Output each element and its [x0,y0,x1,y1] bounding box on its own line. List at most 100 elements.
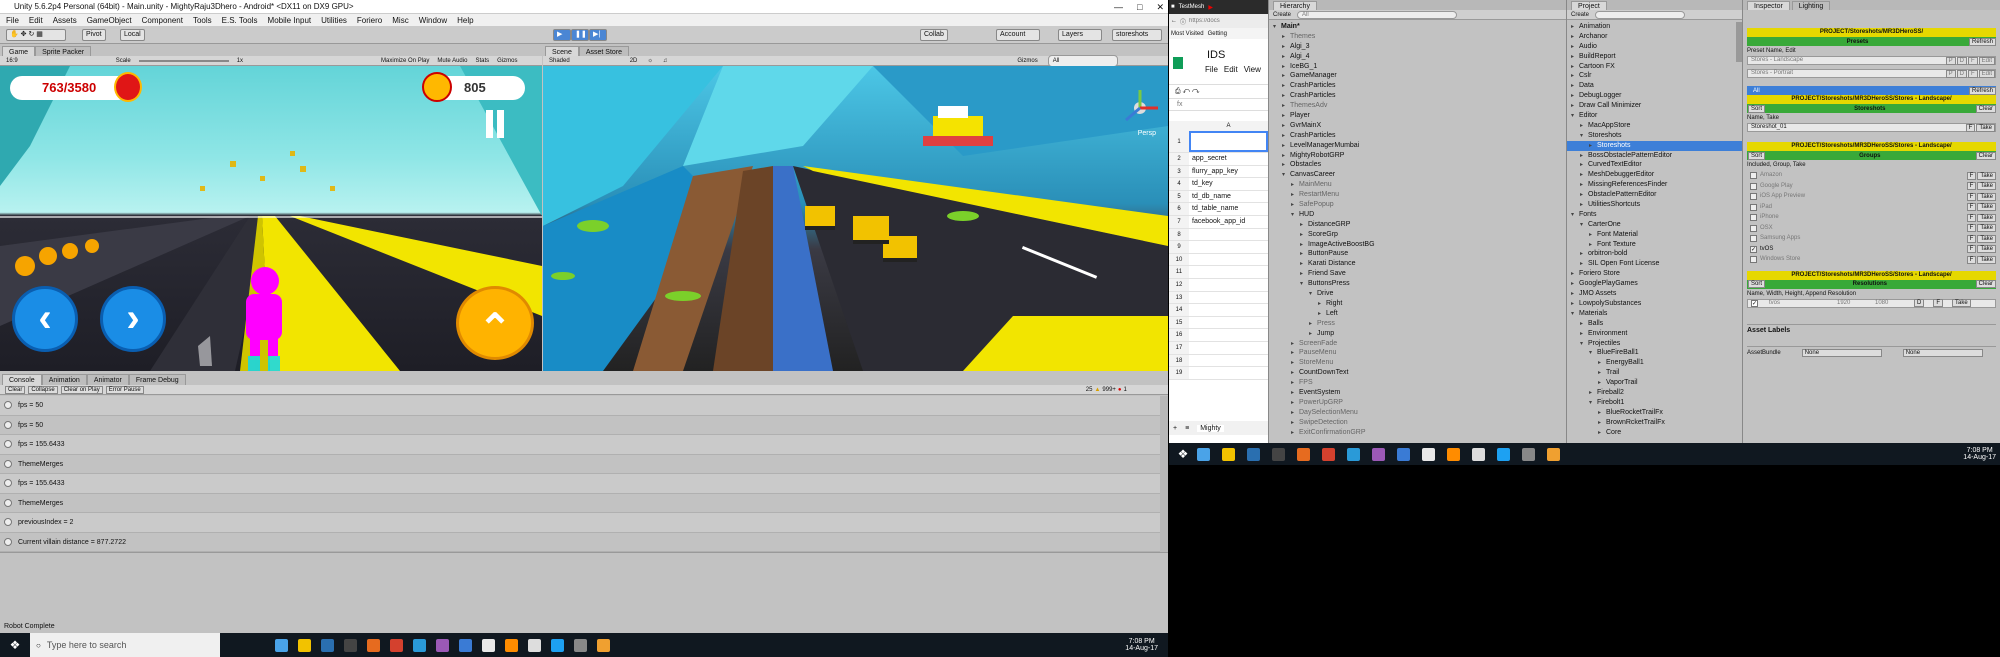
warning-count[interactable]: 999+ [1102,385,1116,395]
resolution-width[interactable]: 1920 [1837,300,1867,307]
group-f-button[interactable]: F [1966,224,1977,233]
expanded-arrow-icon[interactable]: ▾ [1571,310,1579,320]
row-number[interactable]: 16 [1169,329,1189,341]
collapsed-arrow-icon[interactable]: ▸ [1291,399,1299,409]
taskbar-app-icon[interactable] [1297,447,1310,461]
tree-item[interactable]: ▸ CrashParticles [1269,81,1566,91]
maximize-icon[interactable]: □ [1137,0,1142,14]
log-count[interactable]: 25 [1086,385,1093,395]
storeshots-clear-button[interactable]: Clear [1975,104,1996,113]
expanded-arrow-icon[interactable]: ▾ [1571,211,1579,221]
tree-item[interactable]: ▸ GvrMainX [1269,121,1566,131]
row-number[interactable]: 11 [1169,266,1189,278]
tree-item[interactable]: ▸ Storeshots [1567,140,1742,151]
sheet-cell[interactable]: app_secret [1189,153,1268,165]
tree-item[interactable]: ▸ JMO Assets [1567,289,1742,299]
taskbar-app-icon[interactable] [1547,447,1560,461]
windows-start-icon[interactable]: ❖ [0,638,30,652]
pause-icon[interactable]: ❚❚ [571,29,589,41]
storeshots-sort-button[interactable]: Sort [1748,104,1766,113]
sheet-cell[interactable] [1189,329,1268,341]
tree-item[interactable]: ▾ Firebolt1 [1567,398,1742,408]
tree-item[interactable]: ▸ ScoreGrp [1269,230,1566,240]
sheet-cell[interactable]: facebook_app_id [1189,216,1268,228]
row-number[interactable]: 17 [1169,341,1189,354]
gizmos-toggle[interactable]: Gizmos [497,56,517,66]
layers-dropdown[interactable]: Layers [1058,29,1102,41]
tree-item[interactable]: ▸ Player [1269,111,1566,121]
expanded-arrow-icon[interactable]: ▾ [1589,399,1597,409]
tree-item[interactable]: ▾ CarterOne [1567,220,1742,230]
taskbar-app-icon[interactable] [574,638,587,652]
collapsed-arrow-icon[interactable]: ▸ [1291,429,1299,439]
taskbar-app-icon[interactable] [1422,447,1435,461]
tab-hierarchy[interactable]: Hierarchy [1273,0,1317,10]
row-number[interactable]: 4 [1169,178,1189,190]
formula-bar[interactable]: fx [1169,99,1268,111]
taskbar-app-icon[interactable] [1347,447,1360,461]
tree-item[interactable]: ▸ ThemesAdv [1269,101,1566,111]
left-arrow-button[interactable]: ‹ [12,286,78,352]
collapsed-arrow-icon[interactable]: ▸ [1580,320,1588,330]
row-number[interactable]: 5 [1169,190,1189,203]
taskbar-clock-2[interactable]: 7:08 PM 14-Aug-17 [1963,447,1996,461]
row-number[interactable]: 18 [1169,354,1189,367]
preset-landscape-field[interactable]: Stores - Landscape P D F Edit [1747,56,1996,65]
sheet-cell[interactable] [1189,342,1268,354]
tree-item[interactable]: ▸ Fireball2 [1567,388,1742,398]
expanded-arrow-icon[interactable]: ▾ [1273,23,1281,33]
back-icon[interactable]: ← [1171,18,1177,24]
expanded-arrow-icon[interactable]: ▾ [1580,340,1588,350]
clear-button[interactable]: Clear [5,385,26,394]
sheet-cell[interactable] [1189,241,1268,253]
local-button[interactable]: Local [120,29,145,41]
tree-item[interactable]: ▸ BlueRocketTrailFx [1567,408,1742,418]
expanded-arrow-icon[interactable]: ▾ [1571,112,1579,122]
tree-item[interactable]: ▸ Algi_4 [1269,52,1566,62]
sheet-cell[interactable] [1189,355,1268,367]
sheet-cell[interactable]: td_db_name [1189,191,1268,203]
tree-item[interactable]: ▸ LowpolySubstances [1567,299,1742,309]
tab-inspector[interactable]: Inspector [1747,0,1790,10]
pause-button[interactable] [486,110,506,138]
resolutions-sort-button[interactable]: Sort [1748,280,1766,288]
group-row[interactable]: Windows Store F Take [1747,255,1996,265]
group-f-button[interactable]: F [1966,234,1977,243]
2d-toggle[interactable]: 2D [630,56,638,66]
group-f-button[interactable]: F [1966,255,1977,264]
tree-item[interactable]: ▸ BossObstaclePatternEditor [1567,151,1742,161]
collapsed-arrow-icon[interactable]: ▸ [1571,53,1579,63]
console-log-entry[interactable]: previousIndex = 2 [0,513,1160,533]
expanded-arrow-icon[interactable]: ▾ [1309,290,1317,300]
tree-item[interactable]: ▸ Themes [1269,32,1566,42]
sheet-cell[interactable] [1189,229,1268,241]
tab-frame-debug[interactable]: Frame Debug [128,374,186,385]
persp-label[interactable]: Persp [1138,130,1156,137]
group-row[interactable]: iPhone F Take [1747,213,1996,223]
taskbar-app-icon[interactable] [551,638,564,652]
scene-search[interactable]: All [1047,54,1118,67]
hierarchy-create-button[interactable]: Create [1273,12,1291,18]
tree-item[interactable]: ▸ Karati Distance [1269,259,1566,269]
resolutions-clear-button[interactable]: Clear [1975,280,1996,288]
row-number[interactable]: 14 [1169,304,1189,316]
console-log-entry[interactable]: ThemeMerges [0,494,1160,513]
taskbar-app-icon[interactable] [1322,447,1335,461]
group-take-button[interactable]: Take [1977,182,1996,191]
group-checkbox[interactable] [1750,182,1757,190]
group-take-button[interactable]: Take [1977,234,1996,243]
close-icon[interactable]: ✕ [1156,0,1164,14]
add-sheet-icon[interactable]: + [1173,425,1177,432]
collapsed-arrow-icon[interactable]: ▸ [1598,419,1606,429]
row-number[interactable]: 9 [1169,241,1189,253]
tab-animation[interactable]: Animation [41,374,87,385]
expanded-arrow-icon[interactable]: ▾ [1580,132,1588,142]
tree-item[interactable]: ▸ IceBG_1 [1269,62,1566,72]
tree-item[interactable]: ▸ Jump [1269,329,1566,339]
tree-item[interactable]: ▾ Fonts [1567,210,1742,220]
group-checkbox[interactable]: ✓ [1750,245,1757,253]
tree-item[interactable]: ▸ Draw Call Minimizer [1567,101,1742,111]
sheet-cell[interactable] [1189,131,1268,152]
error-pause-button[interactable]: Error Pause [105,385,144,394]
group-f-button[interactable]: F [1966,171,1977,180]
